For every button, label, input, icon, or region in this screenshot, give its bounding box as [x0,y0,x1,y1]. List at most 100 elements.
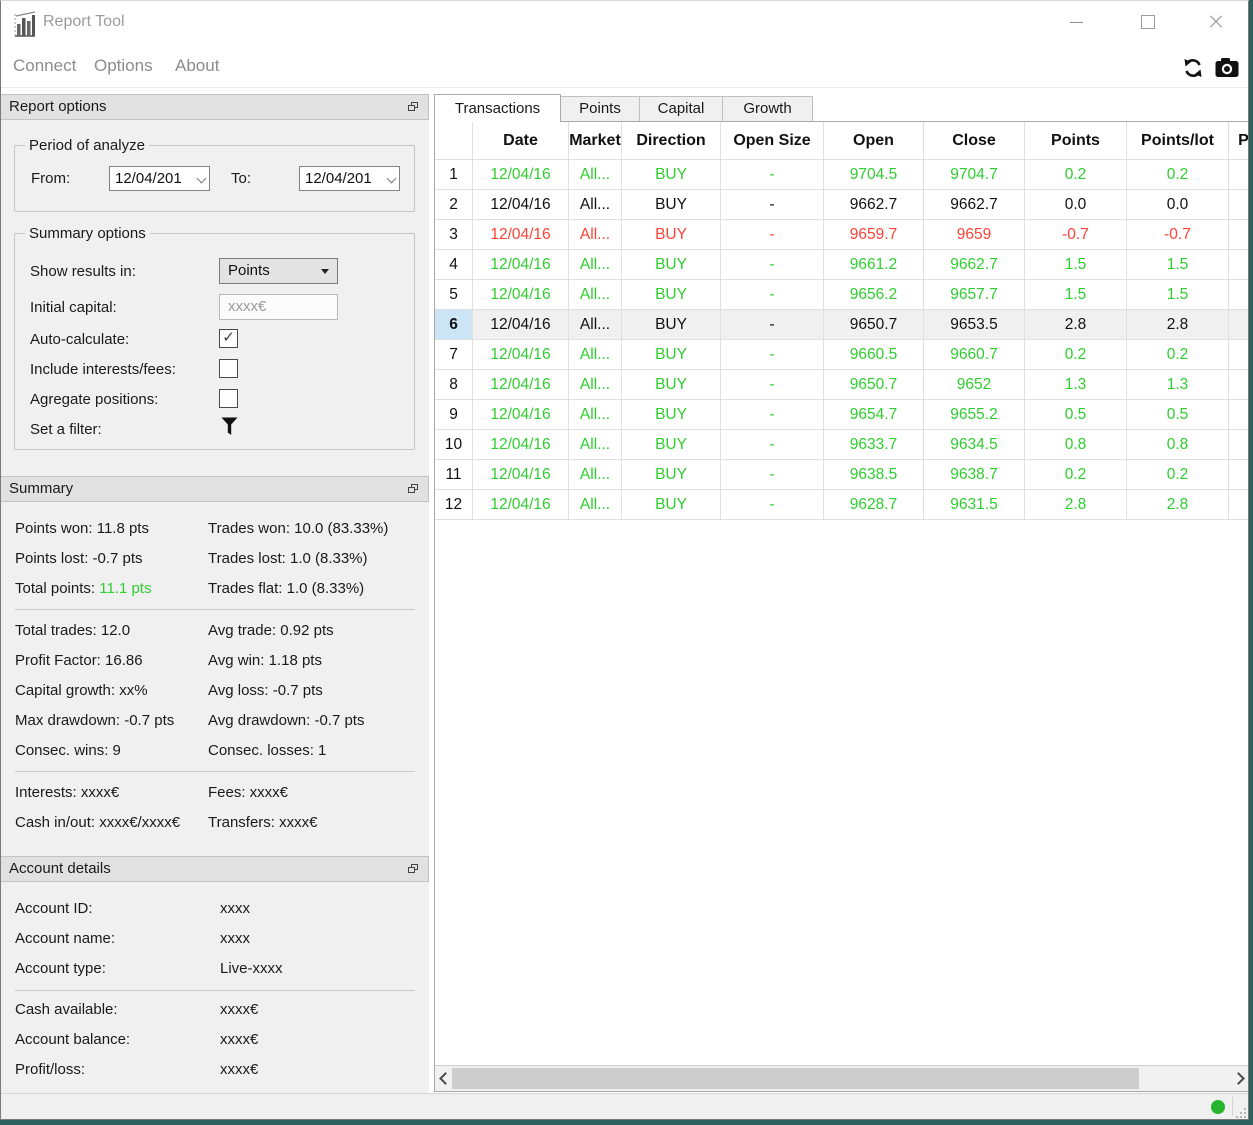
summary-stat-row: Total trades: 12.0 Avg trade: 0.92 pts [15,622,334,639]
account-detail-row: Account ID: xxxx [15,900,250,917]
column-header-open-size[interactable]: Open Size [720,122,824,160]
scroll-left-button[interactable] [435,1066,452,1091]
menu-connect[interactable]: Connect [11,51,78,81]
summary-stat-row: Profit Factor: 16.86 Avg win: 1.18 pts [15,652,322,669]
set-filter-label: Set a filter: [30,421,102,438]
column-header-points[interactable]: Points [1024,122,1127,160]
float-panel-icon[interactable] [408,484,419,494]
panel-header-summary: Summary [1,476,429,502]
transaction-row[interactable]: 2 12/04/16 All... BUY -9662.7 9662.7 0.0 0.0 [435,189,1248,220]
menu-about[interactable]: About [173,51,221,81]
summary-stat-row: Interests: xxxx€ Fees: xxxx€ [15,784,289,801]
column-header-open[interactable]: Open [823,122,924,160]
column-header-profit[interactable]: Profit [1228,122,1248,160]
aggregate-positions-checkbox[interactable] [219,389,238,408]
summary-stat-row: Max drawdown: -0.7 pts Avg drawdown: -0.7… [15,712,365,729]
minimize-icon [1069,21,1083,23]
summary-stat-row: Points won: 11.8 pts Trades won: 10.0 (83… [15,520,389,537]
window-title: Report Tool [43,13,125,30]
float-panel-icon[interactable] [408,102,419,112]
close-icon [1209,15,1223,29]
refresh-button[interactable] [1180,55,1206,81]
transaction-row[interactable]: 4 12/04/16 All... BUY -9661.2 9662.7 1.5 1.5 [435,249,1248,280]
app-icon [14,11,36,37]
panel-title: Account details [9,860,111,877]
screenshot-button[interactable] [1214,55,1240,81]
transactions-table: Date Market Direction Open Size Open Close Poi… [435,122,1248,1066]
summary-stat-row: Cash in/out: xxxx€/xxxx€ Transfers: xxxx€ [15,814,318,831]
menubar: Connect Options About [1,46,1248,88]
tab-points[interactable]: Points [561,96,640,122]
to-label: To: [231,170,252,187]
initial-capital-input[interactable]: xxxx€ [219,294,338,320]
transaction-row[interactable]: 9 12/04/16 All... BUY -9654.7 9655.2 0.5 0.5 [435,399,1248,430]
transaction-row[interactable]: 6 12/04/16 All... BUY -9650.7 9653.5 2.8 2.8 [435,309,1248,340]
chevron-right-icon [1231,1072,1245,1085]
auto-calculate-checkbox[interactable]: ✓ [219,329,238,348]
column-header-points-lot[interactable]: Points/lot [1126,122,1229,160]
transaction-row[interactable]: 7 12/04/16 All... BUY -9660.5 9660.7 0.2 0.2 [435,339,1248,370]
account-detail-row: Account type: Live-xxxx [15,960,283,977]
chevron-left-icon [438,1072,452,1085]
summary-stat-row: Total points: 11.1 pts Trades flat: 1.0 (… [15,580,365,597]
app-window: Report Tool Connect Options About Report… [0,0,1249,1120]
scrollbar-thumb[interactable] [452,1068,1139,1089]
horizontal-scrollbar[interactable] [435,1065,1248,1091]
from-date-select[interactable]: 12/04/201 [109,166,210,191]
summary-stat-row: Points lost: -0.7 pts Trades lost: 1.0 (8… [15,550,368,567]
column-header-close[interactable]: Close [923,122,1025,160]
float-panel-icon[interactable] [408,864,419,874]
divider [15,771,415,772]
connection-status-indicator [1211,1100,1225,1114]
transaction-row[interactable]: 5 12/04/16 All... BUY -9656.2 9657.7 1.5 1.5 [435,279,1248,310]
show-results-select[interactable]: Points [219,258,338,284]
column-header-date[interactable]: Date [472,122,569,160]
minimize-button[interactable] [1053,7,1099,37]
refresh-icon [1184,59,1202,77]
close-button[interactable] [1193,7,1239,37]
filter-icon[interactable] [221,417,238,436]
maximize-icon [1141,15,1155,29]
tab-growth[interactable]: Growth [723,96,813,122]
show-results-label: Show results in: [30,263,136,280]
account-detail-row: Profit/loss: xxxx€ [15,1061,259,1078]
chevron-down-icon [388,175,396,183]
transaction-row[interactable]: 3 12/04/16 All... BUY -9659.7 9659 -0.7 -0.7 [435,219,1248,250]
tabbar: Transactions Points Capital Growth [434,94,813,122]
account-detail-row: Cash available: xxxx€ [15,1001,259,1018]
menu-options[interactable]: Options [92,51,155,81]
transactions-table-body: 1 12/04/16 All... BUY -9704.5 9704.7 0.2 0.2 2 12… [435,159,1248,520]
column-header-direction[interactable]: Direction [621,122,721,160]
panel-header-account-details: Account details [1,856,429,882]
transaction-row[interactable]: 1 12/04/16 All... BUY -9704.5 9704.7 0.2 0.2 [435,159,1248,190]
tab-transactions[interactable]: Transactions [434,94,561,122]
transaction-row[interactable]: 10 12/04/16 All... BUY -9633.7 9634.5 0.8 0.8 [435,429,1248,460]
camera-icon [1215,58,1239,77]
column-header-market[interactable]: Market [568,122,622,160]
dropdown-arrow-icon [321,269,329,274]
summary-stat-row: Consec. wins: 9 Consec. losses: 1 [15,742,327,759]
include-fees-checkbox[interactable] [219,359,238,378]
include-fees-label: Include interests/fees: [30,361,176,378]
chevron-down-icon [198,175,206,183]
transaction-row[interactable]: 12 12/04/16 All... BUY -9628.7 9631.5 2.8 2.8 [435,489,1248,520]
statusbar-separator [1232,1097,1233,1116]
tab-content: Date Market Direction Open Size Open Close Poi… [434,121,1248,1092]
aggregate-positions-label: Agregate positions: [30,391,159,408]
maximize-button[interactable] [1125,7,1171,37]
column-header-rownum[interactable] [435,122,473,160]
titlebar: Report Tool [1,1,1248,46]
panel-title: Report options [9,98,107,115]
transaction-row[interactable]: 11 12/04/16 All... BUY -9638.5 9638.7 0.2 0.2 [435,459,1248,490]
resize-grip-icon[interactable] [1236,1108,1246,1118]
tab-capital[interactable]: Capital [640,96,723,122]
scroll-right-button[interactable] [1231,1066,1248,1091]
panel-header-report-options: Report options [1,94,429,120]
panel-title: Summary [9,480,74,497]
checkmark-icon: ✓ [222,329,235,346]
to-date-select[interactable]: 12/04/201 [299,166,400,191]
auto-calculate-label: Auto-calculate: [30,331,130,348]
summary-options-label: Summary options [25,225,150,242]
account-detail-row: Account name: xxxx [15,930,250,947]
transaction-row[interactable]: 8 12/04/16 All... BUY -9650.7 9652 1.3 1.3 [435,369,1248,400]
